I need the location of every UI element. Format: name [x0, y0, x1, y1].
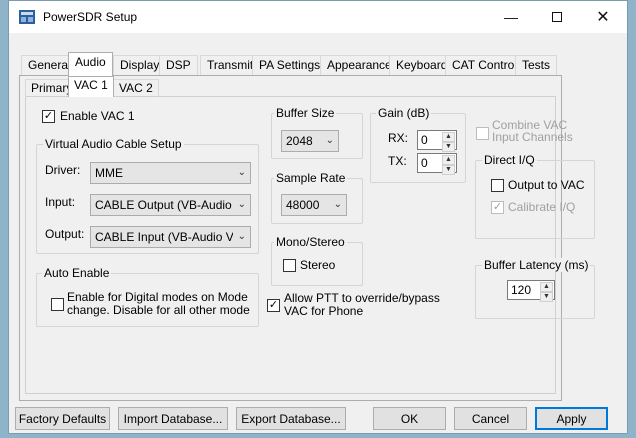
tab-appearance[interactable]: Appearance [320, 55, 399, 75]
output-dropdown[interactable]: CABLE Input (VB-Audio Virtu ⌄ [90, 226, 251, 248]
tab-dsp[interactable]: DSP [159, 55, 198, 75]
tab-tests[interactable]: Tests [515, 55, 558, 75]
allow-ptt-line2: VAC for Phone [284, 304, 364, 318]
combine-vac-checkbox[interactable] [476, 127, 489, 140]
output-to-vac-label: Output to VAC [508, 178, 585, 192]
sample-rate-value: 48000 [286, 198, 320, 212]
minimize-icon: ― [504, 9, 518, 25]
app-icon [19, 10, 35, 24]
rx-gain-spin-buttons[interactable]: ▲ ▼ [442, 132, 455, 152]
close-button[interactable]: ✕ [580, 1, 626, 33]
chevron-down-icon: ⌄ [333, 199, 342, 210]
input-label: Input: [45, 195, 76, 209]
tx-label: TX: [388, 154, 407, 168]
ok-button[interactable]: OK [373, 407, 446, 430]
driver-label: Driver: [45, 163, 81, 177]
rx-gain-value: 0 [421, 133, 428, 147]
calibrate-iq-checkbox[interactable]: ✓ [491, 201, 504, 214]
spin-down-icon[interactable]: ▼ [442, 165, 455, 175]
window-title: PowerSDR Setup [43, 10, 138, 24]
spin-down-icon[interactable]: ▼ [540, 292, 553, 302]
auto-enable-title: Auto Enable [42, 266, 112, 280]
auto-enable-line2: change. Disable for all other mode [67, 303, 250, 317]
factory-defaults-button[interactable]: Factory Defaults [15, 407, 110, 430]
spin-up-icon[interactable]: ▲ [442, 155, 455, 165]
rx-gain-spinner[interactable]: 0 ▲ ▼ [417, 130, 457, 152]
buffer-latency-value: 120 [511, 283, 532, 297]
calibrate-iq-label: Calibrate I/Q [508, 200, 576, 214]
combine-vac-label: Combine VAC Input Channels [492, 119, 573, 143]
spin-up-icon[interactable]: ▲ [442, 132, 455, 142]
sample-rate-title: Sample Rate [274, 171, 348, 185]
rx-label: RX: [388, 131, 409, 145]
tab-pa-settings[interactable]: PA Settings [252, 55, 328, 75]
apply-button[interactable]: Apply [535, 407, 608, 430]
allow-ptt-label: Allow PTT to override/bypass VAC for Pho… [284, 292, 440, 318]
stereo-label: Stereo [300, 258, 336, 272]
buffer-latency-spinner[interactable]: 120 ▲ ▼ [507, 280, 555, 302]
auto-enable-checkbox[interactable] [51, 298, 64, 311]
title-bar[interactable]: PowerSDR Setup ― ✕ [9, 1, 627, 33]
gain-title: Gain (dB) [376, 106, 432, 120]
spin-up-icon[interactable]: ▲ [540, 282, 553, 292]
direct-iq-title: Direct I/Q [482, 153, 537, 167]
tab-audio[interactable]: Audio [68, 52, 113, 76]
subtab-vac2[interactable]: VAC 2 [113, 79, 159, 97]
tx-gain-spinner[interactable]: 0 ▲ ▼ [417, 153, 457, 175]
output-value: CABLE Input (VB-Audio Virtu [95, 230, 233, 244]
setup-window: PowerSDR Setup ― ✕ General Audio Display… [8, 0, 628, 434]
driver-dropdown[interactable]: MME ⌄ [90, 162, 251, 184]
driver-value: MME [95, 166, 123, 180]
auto-enable-label: Enable for Digital modes on Mode change.… [67, 291, 250, 317]
tab-cat-control[interactable]: CAT Control [445, 55, 524, 75]
chevron-down-icon: ⌄ [237, 167, 246, 178]
vac-setup-title: Virtual Audio Cable Setup [43, 137, 184, 151]
subtab-vac1[interactable]: VAC 1 [68, 76, 114, 97]
combine-vac-line2: Input Channels [492, 130, 573, 144]
buffer-latency-spin-buttons[interactable]: ▲ ▼ [540, 282, 553, 302]
input-value: CABLE Output (VB-Audio Virt [95, 198, 233, 212]
stereo-checkbox[interactable] [283, 259, 296, 272]
enable-vac1-label: Enable VAC 1 [60, 109, 135, 123]
close-icon: ✕ [596, 9, 610, 26]
enable-vac1-checkbox[interactable]: ✓ [42, 110, 55, 123]
output-label: Output: [45, 227, 85, 241]
input-dropdown[interactable]: CABLE Output (VB-Audio Virt ⌄ [90, 194, 251, 216]
chevron-down-icon: ⌄ [237, 231, 246, 242]
cancel-button[interactable]: Cancel [454, 407, 527, 430]
mono-stereo-title: Mono/Stereo [274, 235, 347, 249]
buffer-latency-title: Buffer Latency (ms) [482, 258, 591, 272]
tx-gain-value: 0 [421, 156, 428, 170]
sample-rate-dropdown[interactable]: 48000 ⌄ [281, 194, 347, 216]
export-database-button[interactable]: Export Database... [236, 407, 346, 430]
maximize-button[interactable] [534, 1, 580, 33]
chevron-down-icon: ⌄ [237, 199, 246, 210]
buffer-size-value: 2048 [286, 134, 313, 148]
spin-down-icon[interactable]: ▼ [442, 142, 455, 152]
allow-ptt-checkbox[interactable]: ✓ [267, 299, 280, 312]
buffer-size-title: Buffer Size [274, 106, 337, 120]
buffer-size-dropdown[interactable]: 2048 ⌄ [281, 130, 339, 152]
import-database-button[interactable]: Import Database... [118, 407, 228, 430]
chevron-down-icon: ⌄ [325, 135, 334, 146]
tx-gain-spin-buttons[interactable]: ▲ ▼ [442, 155, 455, 175]
maximize-icon [552, 12, 562, 22]
minimize-button[interactable]: ― [488, 1, 534, 33]
output-to-vac-checkbox[interactable] [491, 179, 504, 192]
